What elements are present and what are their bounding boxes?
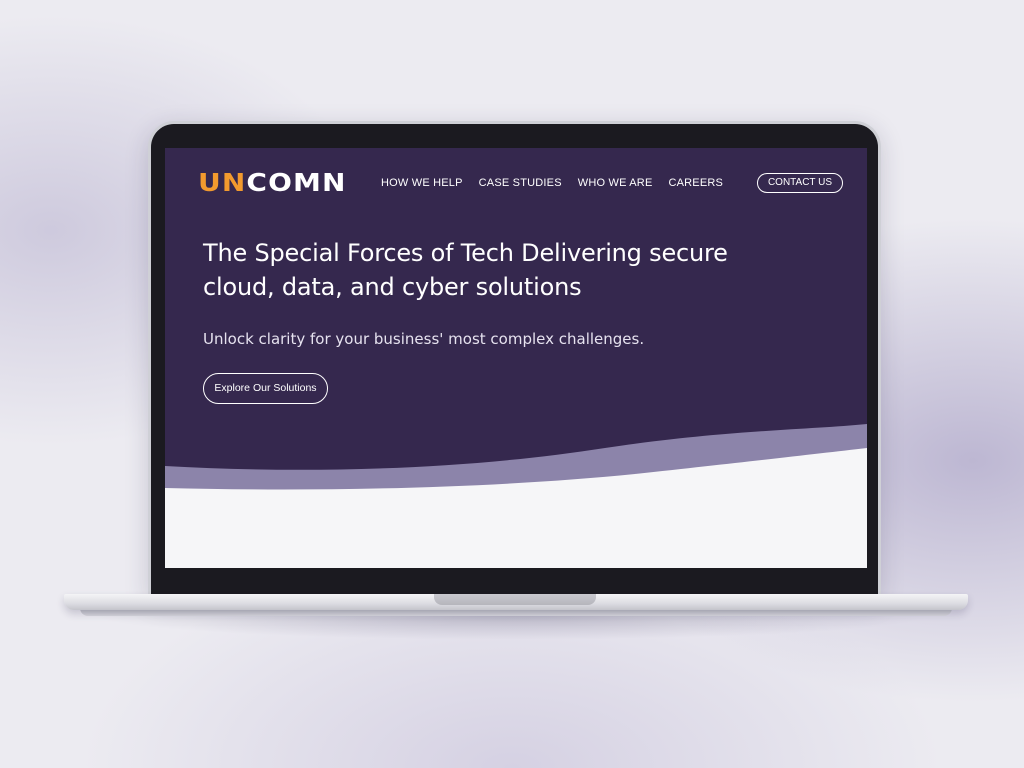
logo-main-text: COMN (246, 168, 347, 197)
nav-item-case-studies[interactable]: CASE STUDIES (479, 177, 562, 189)
nav-item-careers[interactable]: CAREERS (668, 177, 723, 189)
hero-wave-divider (165, 424, 867, 568)
hero-title: The Special Forces of Tech Delivering se… (203, 239, 728, 301)
uncomn-logo[interactable]: UNCOMN (198, 170, 347, 196)
nav-item-how-we-help[interactable]: HOW WE HELP (381, 177, 463, 189)
laptop-hinge-notch (434, 594, 596, 605)
logo-accent-text: UN (198, 168, 247, 197)
nav-item-who-we-are[interactable]: WHO WE ARE (578, 177, 653, 189)
hero-subtitle: Unlock clarity for your business' most c… (203, 330, 645, 348)
explore-solutions-button[interactable]: Explore Our Solutions (203, 373, 328, 404)
laptop-screen: UNCOMN HOW WE HELP CASE STUDIES WHO WE A… (165, 148, 867, 568)
main-nav: HOW WE HELP CASE STUDIES WHO WE ARE CARE… (381, 177, 723, 189)
contact-us-button[interactable]: CONTACT US (757, 173, 843, 193)
